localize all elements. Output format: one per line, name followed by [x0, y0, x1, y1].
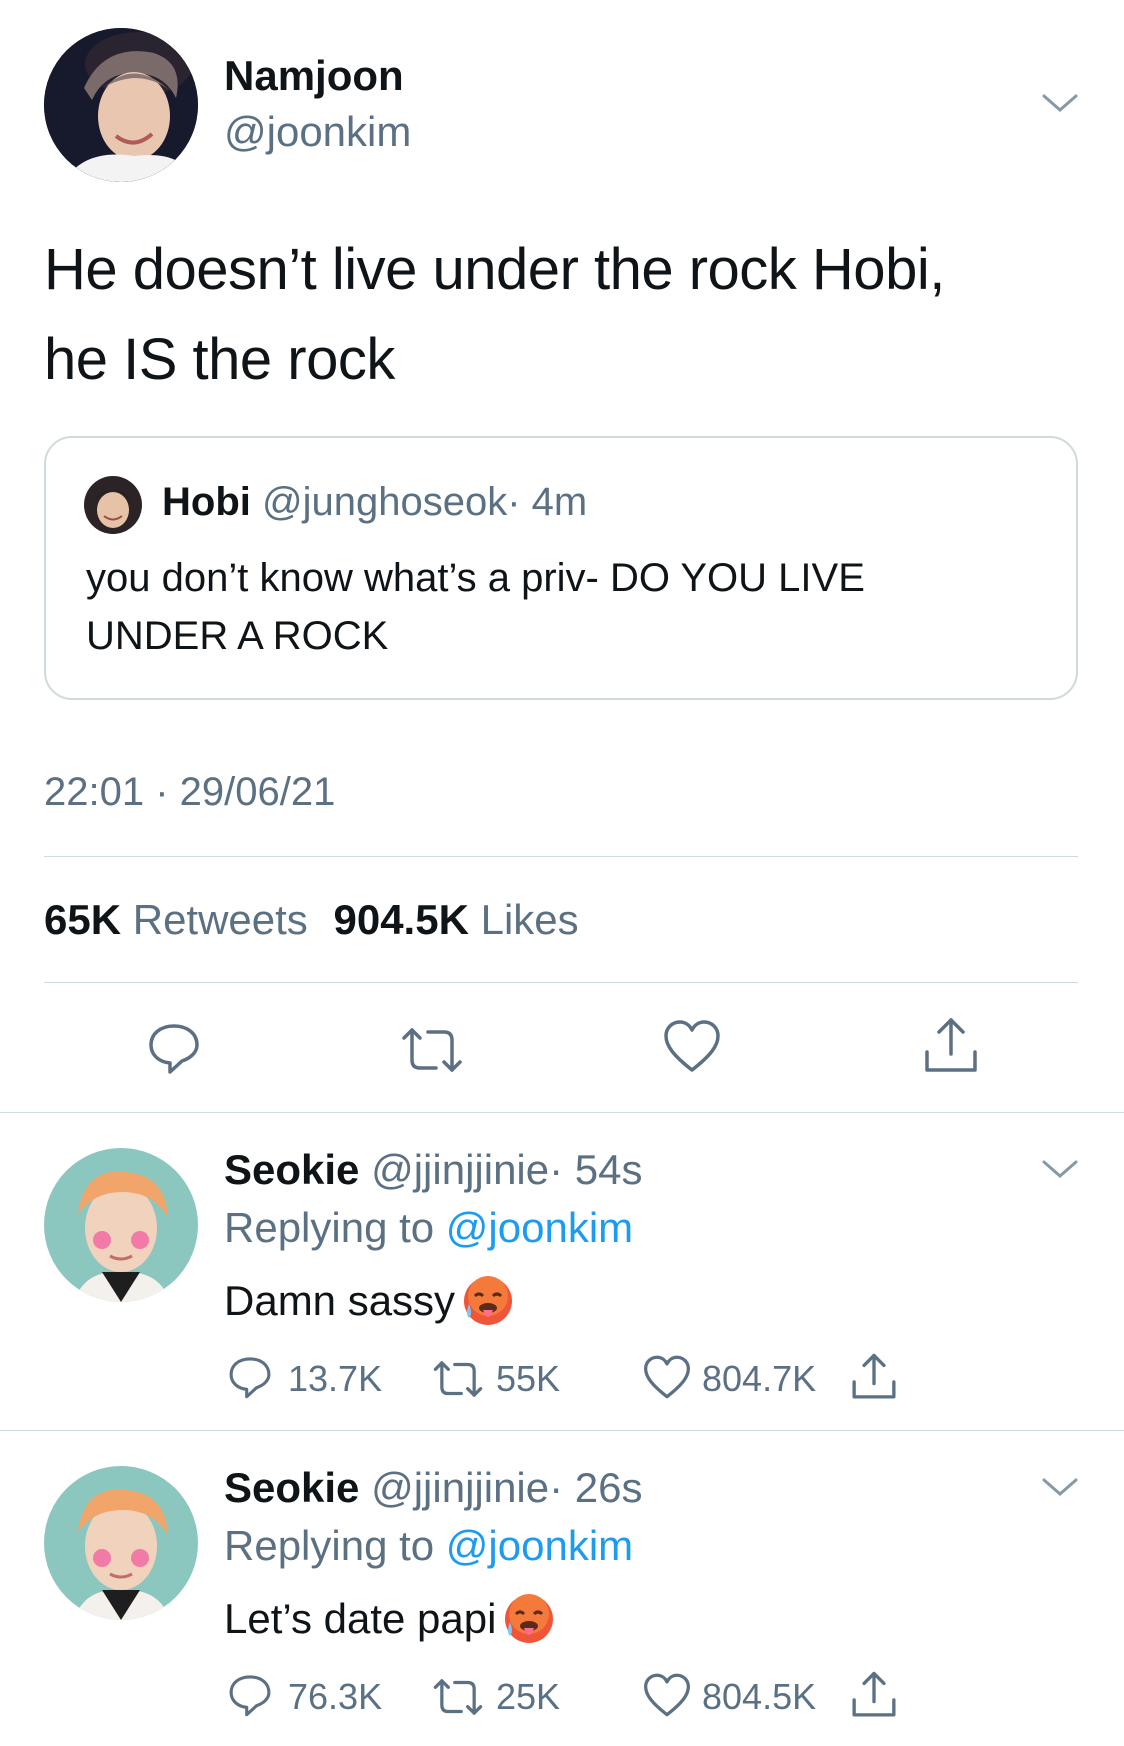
quoted-author-handle[interactable]: @junghoseok	[262, 480, 507, 524]
retweet-count: 55K	[496, 1358, 561, 1399]
share-icon[interactable]	[922, 1016, 980, 1076]
section-divider	[0, 1430, 1124, 1431]
tweet-text-line-2: he IS the rock	[44, 327, 395, 392]
reply-age: · 26s	[549, 1464, 643, 1511]
hobi-avatar	[84, 476, 142, 534]
quoted-tweet-header: Hobi @junghoseok· 4m	[162, 480, 587, 525]
share-icon[interactable]	[850, 1352, 898, 1402]
like-heart-icon[interactable]	[642, 1672, 692, 1718]
retweets-stat[interactable]: 65K Retweets	[44, 896, 319, 943]
like-heart-icon[interactable]	[662, 1018, 722, 1074]
replying-to-link[interactable]: @joonkim	[446, 1522, 633, 1569]
quoted-tweet-age: · 4m	[507, 480, 588, 524]
likes-count: 904.5K	[333, 896, 469, 943]
replying-to-line: Replying to @joonkim	[224, 1522, 633, 1570]
chevron-down-icon[interactable]	[1040, 1468, 1080, 1508]
reply-header: Seokie @jjinjjinie· 26s	[224, 1464, 643, 1512]
quoted-text-line-1: you don’t know what’s a priv- DO YOU LIV…	[86, 556, 865, 600]
likes-stat[interactable]: 904.5K Likes	[333, 896, 578, 943]
chevron-down-icon[interactable]	[1040, 84, 1080, 124]
replying-to-link[interactable]: @joonkim	[446, 1204, 633, 1251]
quoted-tweet-card[interactable]: Hobi @junghoseok· 4m you don’t know what…	[44, 436, 1078, 700]
reply-author-name[interactable]: Seokie	[224, 1464, 359, 1511]
namjoon-avatar[interactable]	[44, 28, 198, 182]
reply-age: · 54s	[549, 1146, 643, 1193]
reply-text-line: Let’s date papi	[224, 1592, 556, 1646]
likes-label: Likes	[480, 896, 579, 943]
reply-icon[interactable]	[146, 1020, 202, 1076]
reply-text: Damn sassy	[224, 1277, 456, 1324]
replying-to-line: Replying to @joonkim	[224, 1204, 633, 1252]
reply-text: Let’s date papi	[224, 1595, 497, 1642]
reply-icon[interactable]	[226, 1354, 274, 1400]
reply-author-handle[interactable]: @jjinjjinie	[371, 1464, 549, 1511]
tweet-text-line-1: He doesn’t live under the rock Hobi,	[44, 237, 945, 302]
replying-prefix: Replying to	[224, 1522, 435, 1569]
retweet-count: 25K	[496, 1676, 561, 1717]
section-divider	[0, 1112, 1124, 1113]
reply-text-line: Damn sassy	[224, 1274, 515, 1328]
engagement-stats: 65K Retweets 904.5K Likes	[44, 896, 579, 944]
seokie-avatar[interactable]	[44, 1148, 198, 1302]
reply-count: 13.7K	[288, 1358, 383, 1399]
reply-icon[interactable]	[226, 1672, 274, 1718]
divider	[44, 856, 1078, 857]
like-count: 804.5K	[702, 1676, 817, 1717]
author-name[interactable]: Namjoon	[224, 52, 404, 100]
tweet-timestamp[interactable]: 22:01 · 29/06/21	[44, 770, 335, 815]
retweets-label: Retweets	[132, 896, 308, 943]
like-heart-icon[interactable]	[642, 1354, 692, 1400]
retweet-icon[interactable]	[430, 1676, 486, 1718]
hot-face-drooling-emoji	[502, 1592, 556, 1646]
divider	[44, 982, 1078, 983]
share-icon[interactable]	[850, 1670, 898, 1720]
retweets-count: 65K	[44, 896, 122, 943]
author-handle[interactable]: @joonkim	[224, 108, 411, 156]
reply-author-handle[interactable]: @jjinjjinie	[371, 1146, 549, 1193]
like-count: 804.7K	[702, 1358, 817, 1399]
hot-face-drooling-emoji	[461, 1274, 515, 1328]
reply-author-name[interactable]: Seokie	[224, 1146, 359, 1193]
chevron-down-icon[interactable]	[1040, 1150, 1080, 1190]
retweet-icon[interactable]	[430, 1358, 486, 1400]
quoted-author-name[interactable]: Hobi	[162, 480, 251, 524]
retweet-icon[interactable]	[398, 1024, 466, 1076]
reply-header: Seokie @jjinjjinie· 54s	[224, 1146, 643, 1194]
replying-prefix: Replying to	[224, 1204, 435, 1251]
quoted-text-line-2: UNDER A ROCK	[86, 614, 389, 658]
seokie-avatar[interactable]	[44, 1466, 198, 1620]
reply-count: 76.3K	[288, 1676, 383, 1717]
